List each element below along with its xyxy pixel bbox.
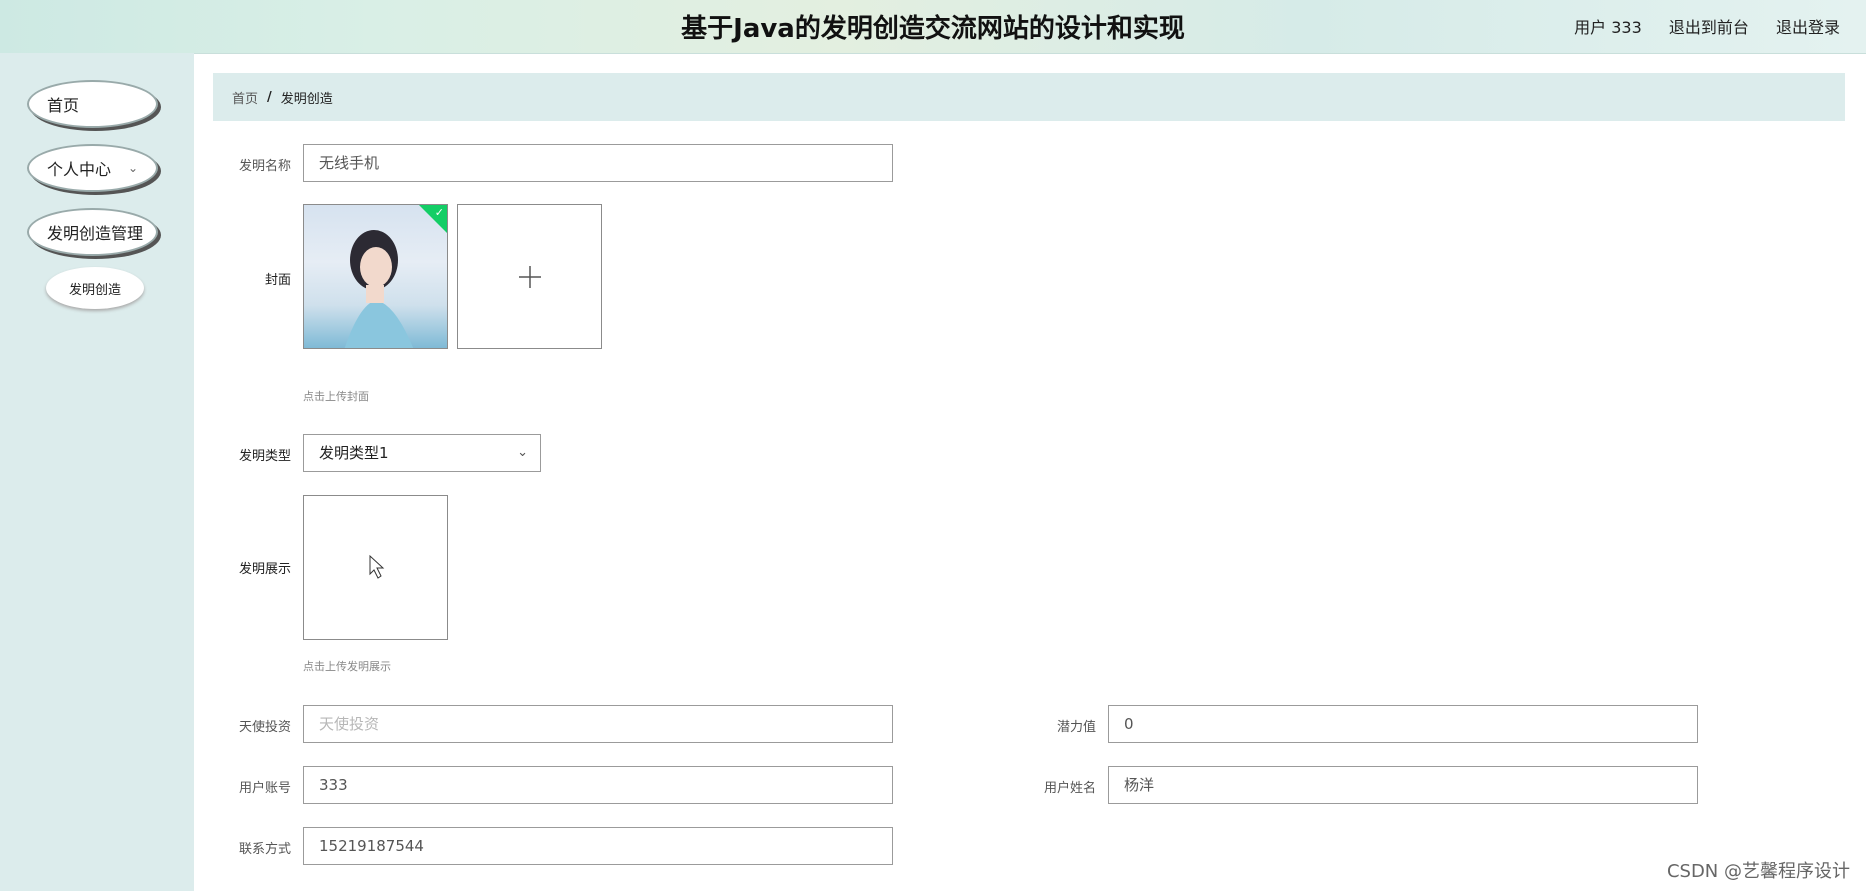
- contact-input[interactable]: 15219187544: [303, 827, 893, 865]
- logout-link[interactable]: 退出登录: [1776, 18, 1840, 37]
- type-select[interactable]: 发明类型1 ⌄: [303, 434, 541, 472]
- sidebar: 首页 个人中心 ⌄ 发明创造管理: [0, 53, 194, 891]
- watermark: CSDN @艺馨程序设计: [1666, 861, 1850, 882]
- potential-input[interactable]: 0: [1108, 705, 1698, 743]
- angel-label: 天使投资: [238, 720, 291, 735]
- display-upload-button[interactable]: [303, 495, 448, 640]
- cover-hint: 点击上传封面: [303, 390, 369, 403]
- account-label: 用户账号: [238, 781, 291, 796]
- sidebar-item-home[interactable]: 首页: [27, 80, 158, 128]
- type-select-value: 发明类型1: [319, 444, 389, 462]
- breadcrumb-home[interactable]: 首页: [232, 88, 258, 107]
- plus-icon: [519, 266, 541, 288]
- sidebar-item-invention-management[interactable]: 发明创造管理: [27, 208, 158, 256]
- type-label: 发明类型: [238, 449, 291, 464]
- angel-input[interactable]: 天使投资: [303, 705, 893, 743]
- username-input[interactable]: 杨洋: [1108, 766, 1698, 804]
- account-input[interactable]: 333: [303, 766, 893, 804]
- user-label: 用户 333: [1574, 18, 1642, 37]
- display-hint: 点击上传发明展示: [303, 660, 391, 673]
- breadcrumb-separator: /: [267, 89, 272, 105]
- sidebar-item-label: 个人中心: [47, 160, 112, 179]
- name-input[interactable]: 无线手机: [303, 144, 893, 182]
- header-nav: 用户 333 退出到前台 退出登录: [1552, 14, 1840, 38]
- contact-label: 联系方式: [238, 842, 291, 857]
- name-label: 发明名称: [238, 159, 291, 174]
- cursor-icon: [369, 554, 385, 579]
- breadcrumb-current: 发明创造: [280, 91, 333, 107]
- chevron-down-icon: ⌄: [127, 161, 138, 175]
- back-to-front-link[interactable]: 退出到前台: [1669, 18, 1749, 37]
- check-icon: ✓: [434, 206, 444, 219]
- top-header: 基于Java的发明创造交流网站的设计和实现 用户 333 退出到前台 退出登录: [0, 0, 1866, 54]
- sidebar-subitem-invention[interactable]: 发明创造: [46, 267, 144, 309]
- display-label: 发明展示: [238, 562, 291, 577]
- breadcrumb: 首页 / 发明创造: [213, 73, 1845, 121]
- sidebar-item-label: 发明创造管理: [47, 224, 144, 243]
- sidebar-item-label: 首页: [47, 96, 80, 115]
- cover-label: 封面: [264, 273, 291, 288]
- username-label: 用户姓名: [1043, 781, 1096, 796]
- potential-label: 潜力值: [1056, 720, 1096, 735]
- cover-thumbnail[interactable]: ✓: [303, 204, 448, 349]
- cover-upload-button[interactable]: [457, 204, 602, 349]
- chevron-down-icon: ⌄: [517, 445, 528, 460]
- sidebar-item-personal-center[interactable]: 个人中心 ⌄: [27, 144, 158, 192]
